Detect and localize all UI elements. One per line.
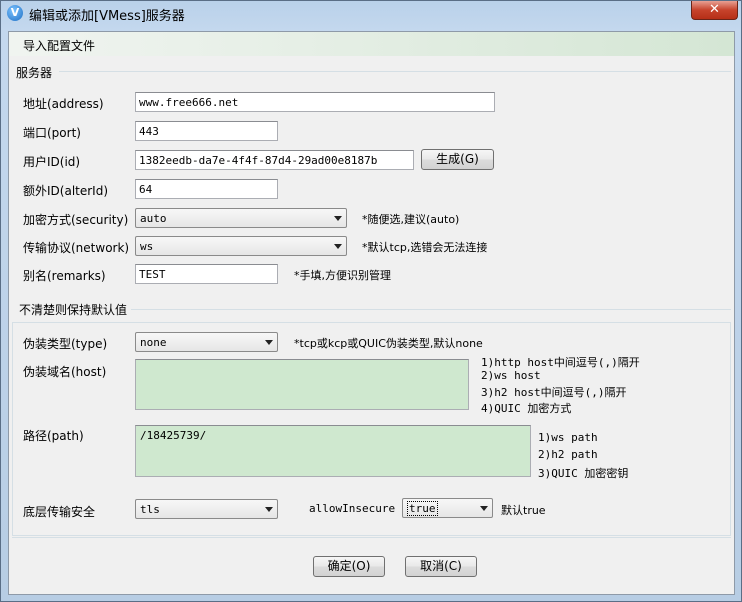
type-label: 伪装类型(type) (23, 337, 108, 351)
stream-security-select[interactable]: tls (135, 499, 278, 519)
host-textarea[interactable] (135, 359, 469, 410)
type-select[interactable]: none (135, 332, 278, 352)
port-label: 端口(port) (23, 126, 81, 140)
port-input[interactable]: 443 (135, 121, 278, 141)
alter-id-input[interactable]: 64 (135, 179, 278, 199)
advanced-section-divider (131, 309, 731, 310)
network-hint: *默认tcp,选错会无法连接 (362, 241, 488, 254)
type-select-value: none (140, 336, 167, 349)
menu-bar: 导入配置文件 (9, 32, 734, 56)
host-hint-2: 2)ws host (481, 369, 541, 382)
close-icon: ✕ (709, 2, 720, 17)
app-icon: V (7, 5, 23, 21)
security-select-value: auto (140, 212, 167, 225)
title-bar[interactable]: V 编辑或添加[VMess]服务器 ✕ (1, 1, 741, 25)
dialog-client-area: 导入配置文件 服务器 地址(address) www.free666.net 端… (8, 31, 735, 595)
security-select[interactable]: auto (135, 208, 347, 228)
server-section-label: 服务器 (16, 66, 53, 80)
path-label: 路径(path) (23, 429, 84, 443)
type-hint: *tcp或kcp或QUIC伪装类型,默认none (294, 337, 483, 350)
menu-import-config[interactable]: 导入配置文件 (23, 37, 95, 54)
chevron-down-icon (334, 216, 342, 221)
allow-insecure-label: allowInsecure (309, 502, 396, 515)
chevron-down-icon (334, 244, 342, 249)
alter-id-label: 额外ID(alterId) (23, 184, 109, 198)
server-section-divider (59, 71, 731, 72)
stream-security-select-value: tls (140, 503, 160, 516)
dialog-window: V 编辑或添加[VMess]服务器 ✕ 导入配置文件 服务器 地址(addres… (0, 0, 742, 602)
stream-security-label: 底层传输安全 (23, 505, 96, 519)
host-hint-3: 3)h2 host中间逗号(,)隔开 (481, 386, 627, 399)
allow-insecure-hint: 默认true (501, 504, 546, 517)
cancel-button[interactable]: 取消(C) (405, 556, 477, 577)
host-hint-4: 4)QUIC 加密方式 (481, 402, 572, 415)
host-label: 伪装域名(host) (23, 365, 107, 379)
path-textarea[interactable]: /18425739/ (135, 425, 531, 477)
window-title: 编辑或添加[VMess]服务器 (29, 9, 185, 24)
host-hint-1: 1)http host中间逗号(,)隔开 (481, 356, 640, 369)
path-hint-2: 2)h2 path (538, 448, 598, 461)
remarks-input[interactable]: TEST (135, 264, 278, 284)
address-label: 地址(address) (23, 97, 104, 111)
chevron-down-icon (480, 506, 488, 511)
ok-button[interactable]: 确定(O) (313, 556, 385, 577)
generate-id-button[interactable]: 生成(G) (421, 149, 494, 170)
allow-insecure-select-value: true (407, 501, 438, 516)
close-button[interactable]: ✕ (691, 1, 738, 20)
remarks-label: 别名(remarks) (23, 269, 106, 283)
path-hint-3: 3)QUIC 加密密钥 (538, 467, 629, 480)
user-id-input[interactable]: 1382eedb-da7e-4f4f-87d4-29ad00e8187b (135, 150, 414, 170)
network-select[interactable]: ws (135, 236, 347, 256)
address-input[interactable]: www.free666.net (135, 92, 495, 112)
network-label: 传输协议(network) (23, 241, 130, 255)
security-hint: *随便选,建议(auto) (362, 213, 460, 226)
advanced-section-label: 不清楚则保持默认值 (19, 303, 128, 317)
allow-insecure-select[interactable]: true (402, 498, 493, 518)
user-id-label: 用户ID(id) (23, 155, 81, 169)
path-hint-1: 1)ws path (538, 431, 598, 444)
chevron-down-icon (265, 507, 273, 512)
remarks-hint: *手填,方便识别管理 (294, 269, 391, 282)
chevron-down-icon (265, 340, 273, 345)
footer-divider (12, 537, 731, 538)
network-select-value: ws (140, 240, 154, 253)
security-label: 加密方式(security) (23, 213, 129, 227)
